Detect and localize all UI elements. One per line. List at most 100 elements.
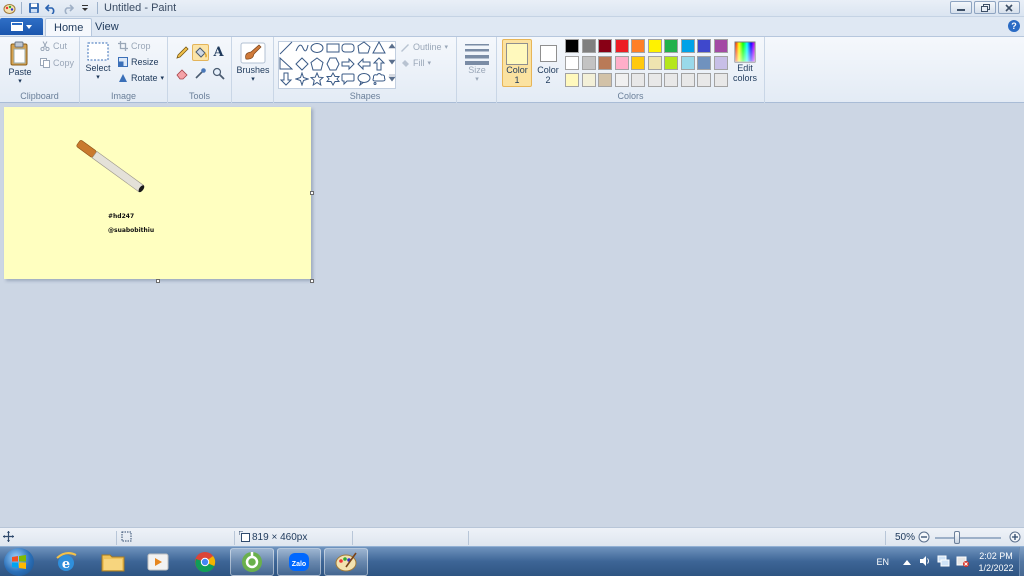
volume-icon[interactable] bbox=[919, 555, 931, 569]
shape-left-arrow[interactable] bbox=[356, 57, 371, 71]
shape-hexagon[interactable] bbox=[325, 57, 340, 71]
palette-swatch[interactable] bbox=[713, 39, 728, 53]
color-2-button[interactable]: Color 2 bbox=[534, 39, 562, 87]
brushes-dropdown-icon[interactable]: ▾ bbox=[251, 75, 255, 83]
palette-swatch[interactable] bbox=[581, 56, 596, 70]
palette-swatch[interactable] bbox=[565, 39, 579, 53]
language-indicator[interactable]: EN bbox=[876, 557, 889, 567]
taskbar-media-player[interactable] bbox=[136, 548, 180, 576]
palette-swatch[interactable] bbox=[680, 39, 695, 53]
zoom-out-button[interactable] bbox=[918, 531, 930, 546]
palette-swatch[interactable] bbox=[680, 73, 695, 87]
palette-swatch[interactable] bbox=[697, 73, 711, 87]
palette-swatch[interactable] bbox=[631, 73, 645, 87]
shape-oval[interactable] bbox=[310, 41, 324, 55]
canvas-workspace[interactable]: #hd247 @suabobithiu bbox=[0, 103, 1024, 527]
palette-swatch[interactable] bbox=[598, 56, 612, 70]
clock[interactable]: 2:02 PM 1/2/2022 bbox=[973, 550, 1019, 574]
select-dropdown-icon[interactable]: ▾ bbox=[96, 73, 100, 81]
palette-swatch[interactable] bbox=[581, 73, 596, 87]
gallery-scroll-down-icon[interactable] bbox=[388, 57, 396, 69]
outline-button[interactable]: Outline ▾ bbox=[400, 42, 448, 52]
shape-polygon[interactable] bbox=[356, 41, 371, 55]
close-button[interactable] bbox=[998, 1, 1020, 14]
palette-swatch[interactable] bbox=[614, 73, 629, 87]
shape-curve[interactable] bbox=[295, 41, 309, 55]
pencil-tool[interactable] bbox=[174, 44, 191, 61]
palette-swatch[interactable] bbox=[614, 39, 629, 53]
rotate-button[interactable]: Rotate ▾ bbox=[118, 73, 164, 83]
color-picker-tool[interactable] bbox=[192, 65, 209, 82]
paint-menu-button[interactable] bbox=[0, 18, 43, 35]
size-button[interactable]: Size ▾ bbox=[463, 41, 491, 83]
show-hidden-icons-icon[interactable] bbox=[903, 557, 911, 567]
shape-cloud-callout[interactable] bbox=[372, 72, 386, 86]
resize-button[interactable]: Resize bbox=[118, 57, 159, 67]
palette-swatch[interactable] bbox=[647, 39, 662, 53]
shape-triangle[interactable] bbox=[372, 41, 386, 55]
gallery-more-icon[interactable] bbox=[388, 73, 396, 85]
fill-shape-button[interactable]: Fill ▾ bbox=[400, 58, 431, 68]
undo-icon[interactable] bbox=[44, 1, 58, 15]
cut-button[interactable]: Cut bbox=[40, 41, 67, 51]
palette-swatch[interactable] bbox=[598, 73, 612, 87]
palette-swatch[interactable] bbox=[565, 56, 579, 70]
taskbar-app-green[interactable] bbox=[230, 548, 274, 576]
palette-swatch[interactable] bbox=[647, 56, 662, 70]
palette-swatch[interactable] bbox=[697, 56, 711, 70]
taskbar-zalo[interactable]: Zalo bbox=[277, 548, 321, 576]
redo-icon[interactable] bbox=[61, 1, 75, 15]
palette-swatch[interactable] bbox=[631, 56, 645, 70]
palette-swatch[interactable] bbox=[565, 73, 579, 87]
brushes-button[interactable]: Brushes ▾ bbox=[235, 41, 271, 83]
show-desktop-button[interactable] bbox=[1019, 547, 1024, 576]
help-icon[interactable]: ? bbox=[1008, 20, 1020, 32]
shape-diamond[interactable] bbox=[294, 56, 309, 71]
eraser-tool[interactable] bbox=[174, 65, 191, 82]
shape-right-arrow[interactable] bbox=[341, 57, 355, 71]
restore-button[interactable] bbox=[974, 1, 996, 14]
rotate-dropdown-icon[interactable]: ▾ bbox=[161, 74, 165, 82]
customize-qat-icon[interactable] bbox=[78, 1, 92, 15]
shape-oval-callout[interactable] bbox=[357, 72, 371, 86]
palette-swatch[interactable] bbox=[598, 39, 612, 53]
edit-colors-button[interactable]: Edit colors bbox=[731, 39, 759, 87]
shape-six-point-star[interactable] bbox=[325, 72, 340, 86]
fill-tool[interactable] bbox=[192, 44, 209, 61]
tab-view[interactable]: View bbox=[87, 18, 127, 36]
shape-up-arrow[interactable] bbox=[372, 56, 386, 71]
magnifier-tool[interactable] bbox=[210, 65, 227, 82]
paste-dropdown-icon[interactable]: ▾ bbox=[18, 77, 22, 85]
paste-button[interactable]: Paste ▾ bbox=[6, 41, 34, 85]
shape-pentagon[interactable] bbox=[310, 56, 324, 71]
palette-swatch[interactable] bbox=[581, 39, 596, 53]
minimize-button[interactable] bbox=[950, 1, 972, 14]
resize-handle-right[interactable] bbox=[310, 191, 314, 195]
select-button[interactable]: Select ▾ bbox=[85, 41, 111, 81]
save-icon[interactable] bbox=[27, 1, 41, 15]
action-center-icon[interactable] bbox=[956, 555, 969, 569]
palette-swatch[interactable] bbox=[664, 56, 678, 70]
shape-right-triangle[interactable] bbox=[279, 56, 293, 71]
palette-swatch[interactable] bbox=[664, 73, 678, 87]
palette-swatch[interactable] bbox=[631, 39, 645, 53]
zoom-slider-thumb[interactable] bbox=[954, 531, 960, 544]
palette-swatch[interactable] bbox=[647, 73, 662, 87]
palette-swatch[interactable] bbox=[664, 39, 678, 53]
zoom-slider-track[interactable] bbox=[935, 537, 1001, 539]
shape-line[interactable] bbox=[279, 41, 293, 55]
shape-down-arrow[interactable] bbox=[279, 72, 293, 86]
copy-button[interactable]: Copy bbox=[40, 58, 74, 68]
taskbar-paint[interactable] bbox=[324, 548, 368, 576]
taskbar-chrome[interactable] bbox=[183, 548, 227, 576]
resize-handle-corner[interactable] bbox=[310, 279, 314, 283]
shape-rectangle[interactable] bbox=[326, 41, 340, 55]
taskbar-file-explorer[interactable] bbox=[91, 548, 135, 576]
taskbar-internet-explorer[interactable]: e bbox=[44, 548, 88, 576]
paint-app-icon[interactable] bbox=[2, 1, 16, 15]
palette-swatch[interactable] bbox=[713, 56, 728, 70]
drawing-canvas[interactable]: #hd247 @suabobithiu bbox=[4, 107, 311, 279]
palette-swatch[interactable] bbox=[713, 73, 728, 87]
shape-four-point-star[interactable] bbox=[294, 72, 309, 86]
shape-five-point-star[interactable] bbox=[310, 72, 324, 86]
